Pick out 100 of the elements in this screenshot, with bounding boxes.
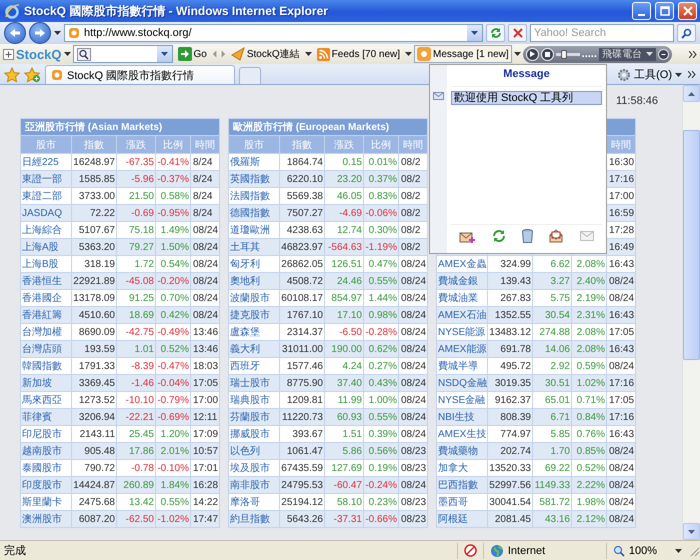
scroll-thumb[interactable] [683, 130, 700, 360]
table-cell[interactable]: NYSE金融 [437, 392, 487, 408]
stop-button[interactable] [508, 24, 527, 42]
table-cell[interactable]: 約旦指數 [229, 511, 279, 527]
table-cell[interactable]: AMEX金蟲 [437, 256, 487, 272]
table-cell[interactable]: 澳洲股市 [21, 511, 71, 527]
scroll-down-button[interactable] [683, 523, 700, 540]
address-field[interactable]: http://www.stockq.org/ [64, 24, 483, 42]
toolbar-search-field[interactable] [72, 45, 173, 63]
table-cell[interactable]: 香港國企 [21, 290, 71, 306]
table-cell[interactable]: 墨西哥 [437, 494, 487, 510]
chevron-icon[interactable] [689, 50, 697, 58]
refresh-button[interactable] [486, 24, 505, 42]
table-cell[interactable]: 俄羅斯 [229, 154, 279, 170]
table-cell[interactable]: 以色列 [229, 443, 279, 459]
caret-icon[interactable] [646, 52, 653, 56]
table-cell[interactable]: 西班牙 [229, 358, 279, 374]
table-cell[interactable]: AMEX生技 [437, 426, 487, 442]
table-cell[interactable]: 瑞士股市 [229, 375, 279, 391]
tools-menu[interactable]: 工具(O) [615, 65, 684, 84]
table-cell[interactable]: 加拿大 [437, 460, 487, 476]
caret-icon[interactable] [54, 31, 61, 35]
message-item[interactable]: 歡迎使用 StockQ 工具列 [451, 91, 602, 105]
table-cell[interactable]: 東證二部 [21, 188, 71, 204]
table-cell[interactable]: NBI生技 [437, 409, 487, 425]
table-cell[interactable]: 瑞典股市 [229, 392, 279, 408]
toolbar-logo[interactable]: StockQ [16, 46, 62, 62]
refresh-icon[interactable] [492, 229, 506, 243]
table-cell[interactable]: 印度股市 [21, 477, 71, 493]
table-cell[interactable]: 芬蘭股市 [229, 409, 279, 425]
table-cell[interactable]: JASDAQ [21, 205, 71, 221]
table-cell[interactable]: 斯里蘭卡 [21, 494, 71, 510]
caret-icon[interactable] [405, 52, 412, 56]
dropdown-button[interactable] [156, 46, 172, 62]
dropdown-button[interactable] [467, 25, 482, 41]
table-cell[interactable]: 捷克股市 [229, 307, 279, 323]
close-button[interactable] [678, 2, 697, 20]
table-cell[interactable]: 義大利 [229, 341, 279, 357]
table-cell[interactable]: 馬來西亞 [21, 392, 71, 408]
table-cell[interactable]: 匈牙利 [229, 256, 279, 272]
close-icon[interactable] [658, 48, 669, 60]
table-cell[interactable]: 上海綜合 [21, 222, 71, 238]
caret-icon[interactable] [675, 72, 682, 76]
table-cell[interactable]: 奧地利 [229, 273, 279, 289]
table-cell[interactable]: 菲律賓 [21, 409, 71, 425]
table-cell[interactable]: 台灣加權 [21, 324, 71, 340]
table-cell[interactable]: AMEX石油 [437, 307, 487, 323]
star-icon[interactable] [4, 66, 20, 82]
resize-grip-icon[interactable] [688, 544, 700, 556]
blocked-icon[interactable] [464, 544, 477, 557]
station-dropdown[interactable]: 飛碟電台 [598, 48, 656, 60]
links-button[interactable]: StockQ連結 [228, 45, 303, 63]
caret-icon[interactable] [471, 31, 478, 35]
caret-icon[interactable] [160, 52, 168, 56]
open-envelope-icon[interactable] [549, 229, 564, 243]
table-cell[interactable]: 香港恒生 [21, 273, 71, 289]
table-cell[interactable]: 德國指數 [229, 205, 279, 221]
trash-icon[interactable] [522, 229, 533, 243]
table-cell[interactable]: 阿根廷 [437, 511, 487, 527]
table-cell[interactable]: 南非股市 [229, 477, 279, 493]
browser-tab[interactable]: StockQ 國際股市指數行情 [45, 65, 236, 84]
zoom-button[interactable]: 100% [606, 542, 688, 558]
maximize-button[interactable] [655, 2, 674, 20]
table-cell[interactable]: 越南股市 [21, 443, 71, 459]
table-cell[interactable]: 費城藥物 [437, 443, 487, 459]
table-cell[interactable]: 香港紅籌 [21, 307, 71, 323]
play-button[interactable] [526, 48, 539, 60]
table-cell[interactable]: 挪威股市 [229, 426, 279, 442]
back-button[interactable] [4, 22, 26, 44]
table-cell[interactable]: 摩洛哥 [229, 494, 279, 510]
chevron-icon[interactable] [688, 71, 696, 78]
table-cell[interactable]: AMEX能源 [437, 341, 487, 357]
table-cell[interactable]: 費城金銀 [437, 273, 487, 289]
table-cell[interactable]: 道瓊歐洲 [229, 222, 279, 238]
forward-button[interactable] [29, 22, 51, 44]
caret-icon[interactable] [675, 548, 682, 552]
message-button[interactable]: Message [1 new] [414, 45, 512, 63]
table-cell[interactable]: 韓國指數 [21, 358, 71, 374]
table-cell[interactable]: NYSE能源 [437, 324, 487, 340]
search-button[interactable] [677, 24, 696, 42]
table-cell[interactable]: 土耳其 [229, 239, 279, 255]
table-cell[interactable]: NSDQ金融 [437, 375, 487, 391]
table-cell[interactable]: 上海A股 [21, 239, 71, 255]
table-cell[interactable]: 巴西指數 [437, 477, 487, 493]
feeds-button[interactable]: Feeds [70 new] [314, 45, 404, 63]
table-cell[interactable]: 費城油業 [437, 290, 487, 306]
table-cell[interactable]: 日經225 [21, 154, 71, 170]
table-cell[interactable]: 費城半導 [437, 358, 487, 374]
add-star-icon[interactable] [24, 66, 41, 82]
table-cell[interactable]: 印尼股市 [21, 426, 71, 442]
go-button[interactable]: Go [174, 45, 210, 63]
caret-icon[interactable] [304, 52, 312, 56]
table-cell[interactable]: 上海B股 [21, 256, 71, 272]
caret-icon[interactable] [514, 52, 521, 56]
table-cell[interactable]: 泰國股市 [21, 460, 71, 476]
table-cell[interactable]: 埃及股市 [229, 460, 279, 476]
table-cell[interactable]: 英國指數 [229, 171, 279, 187]
table-cell[interactable]: 法國指數 [229, 188, 279, 204]
caret-icon[interactable] [64, 52, 71, 56]
scroll-up-button[interactable] [683, 85, 700, 102]
